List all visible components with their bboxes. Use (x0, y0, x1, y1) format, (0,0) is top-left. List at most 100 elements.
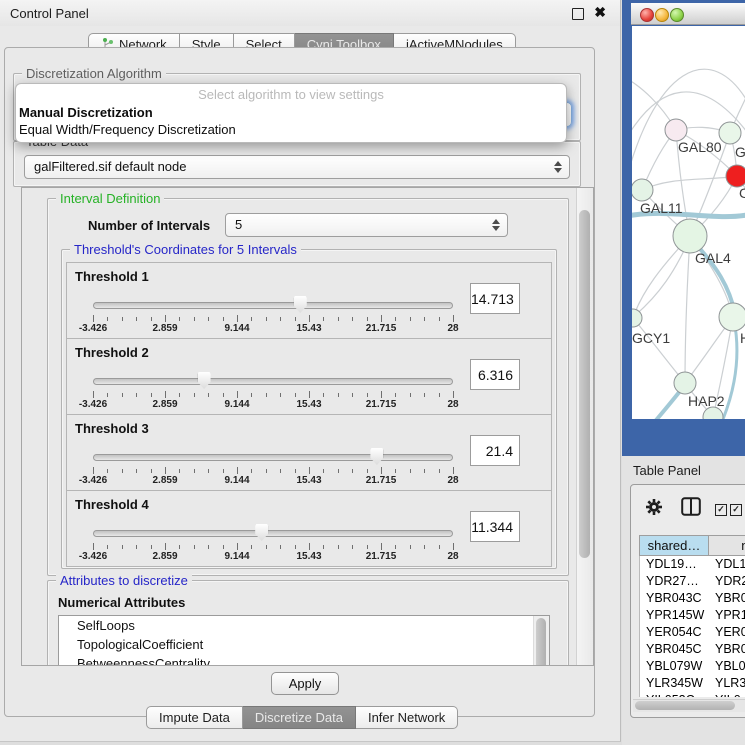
table-row[interactable]: YPR145WYPR1 (640, 607, 745, 624)
table-panel-title: Table Panel (633, 463, 701, 478)
slider-tick-labels: -3.4262.8599.14415.4321.71528 (93, 551, 453, 563)
threshold-slider[interactable]: -3.4262.8599.14415.4321.71528 (93, 371, 453, 411)
threshold-value-field[interactable]: 6.316 (470, 359, 520, 390)
tab-discretize-data[interactable]: Discretize Data (243, 706, 356, 729)
apply-button[interactable]: Apply (271, 672, 339, 695)
attributes-group: Attributes to discretize Numerical Attri… (47, 580, 569, 666)
network-node[interactable] (726, 165, 745, 187)
main-vertical-scrollbar[interactable] (576, 188, 593, 665)
table-row[interactable]: YBR045CYBR0 (640, 641, 745, 658)
attributes-group-title: Attributes to discretize (56, 573, 192, 588)
gear-icon[interactable] (645, 498, 663, 516)
scrollbar-thumb[interactable] (635, 701, 735, 710)
threshold-slider[interactable]: -3.4262.8599.14415.4321.71528 (93, 295, 453, 335)
table-row[interactable]: YDR27…YDR2 (640, 573, 745, 590)
network-node-label: H (740, 330, 745, 346)
network-node[interactable] (665, 119, 687, 141)
network-node[interactable] (673, 219, 707, 253)
network-edge[interactable] (632, 386, 684, 419)
network-node[interactable] (719, 303, 745, 331)
network-edge[interactable] (633, 318, 685, 383)
slider-track[interactable] (93, 378, 453, 385)
float-icon[interactable] (572, 8, 584, 20)
slider-thumb[interactable] (294, 296, 307, 313)
network-node-label: G (735, 144, 745, 160)
dropdown-item-equal-width-frequency[interactable]: Equal Width/Frequency Discretization (16, 121, 566, 138)
network-edge[interactable] (632, 417, 713, 419)
table-data-combobox[interactable]: galFiltered.sif default node (24, 155, 570, 179)
algorithm-dropdown-popup: Select algorithm to view settings Manual… (15, 83, 567, 143)
threshold-value-field[interactable]: 11.344 (470, 511, 520, 542)
table-cell: YBL079W (640, 658, 710, 675)
network-edge[interactable] (685, 236, 690, 383)
network-node[interactable] (632, 179, 653, 201)
table-horizontal-scrollbar[interactable] (633, 699, 745, 712)
slider-thumb[interactable] (198, 372, 211, 389)
table-row[interactable]: YDL19…YDL1 (640, 556, 745, 573)
network-node[interactable] (632, 309, 642, 327)
attributes-list-scrollbar[interactable] (533, 616, 549, 666)
tab-impute-data[interactable]: Impute Data (146, 706, 243, 729)
dropdown-item-manual-discretization[interactable]: Manual Discretization (16, 104, 566, 121)
threshold-slider[interactable]: -3.4262.8599.14415.4321.71528 (93, 447, 453, 487)
close-traffic-light[interactable] (640, 8, 654, 22)
threshold-label: Threshold 2 (75, 345, 149, 360)
tab-infer-network[interactable]: Infer Network (356, 706, 458, 729)
threshold-panel: Threshold 3-3.4262.8599.14415.4321.71528… (66, 414, 552, 491)
interval-definition-group: Interval Definition Number of Intervals … (47, 198, 569, 576)
network-canvas[interactable]: GAL80GCGAL11GAL4GCY1HHAP2 (632, 26, 745, 419)
table-row[interactable]: YER054CYER0 (640, 624, 745, 641)
network-node-label: GCY1 (632, 330, 670, 346)
control-panel-titlebar: Control Panel ✖ (0, 0, 620, 26)
table-data-group: Table Data galFiltered.sif default node (13, 141, 581, 187)
network-node[interactable] (674, 372, 696, 394)
column-header-shared-name[interactable]: shared… (639, 535, 709, 556)
table-panel: Table Panel ✓ ✓ (622, 456, 745, 745)
attribute-list-item[interactable]: BetweennessCentrality (59, 654, 549, 666)
control-panel-window: Control Panel ✖ Network Style Select Cyn… (0, 0, 621, 742)
slider-track[interactable] (93, 302, 453, 309)
attribute-list-item[interactable]: TopologicalCoefficient (59, 635, 549, 654)
zoom-traffic-light[interactable] (670, 8, 684, 22)
slider-track[interactable] (93, 530, 453, 537)
close-icon[interactable]: ✖ (594, 4, 606, 21)
table-row[interactable]: YBR043CYBR0 (640, 590, 745, 607)
column-header-name[interactable]: na (709, 535, 745, 556)
table-cell: YPR145W (640, 607, 710, 624)
slider-track[interactable] (93, 454, 453, 461)
number-of-intervals-combobox[interactable]: 5 (225, 213, 508, 237)
discretization-algorithm-title: Discretization Algorithm (22, 66, 166, 81)
dropdown-prompt-item[interactable]: Select algorithm to view settings (16, 84, 566, 104)
table-cell: YBR045C (640, 641, 710, 658)
table-cell: YBR043C (640, 590, 710, 607)
slider-thumb[interactable] (255, 524, 268, 541)
table-data-value: galFiltered.sif default node (34, 156, 569, 178)
threshold-panel: Threshold 2 -3.4262.8599.14415.4321.71528… (66, 338, 552, 415)
scrollbar-thumb[interactable] (536, 618, 546, 666)
checkbox-icon[interactable]: ✓ (730, 504, 742, 516)
minimize-traffic-light[interactable] (655, 8, 669, 22)
table-row[interactable]: YLR345WYLR3 (640, 675, 745, 692)
scrollbar-thumb[interactable] (579, 210, 590, 558)
threshold-label: Threshold 1 (75, 269, 149, 284)
interval-definition-title: Interval Definition (56, 191, 164, 206)
threshold-panel: Threshold 1 -3.4262.8599.14415.4321.71528… (66, 262, 552, 339)
threshold-slider[interactable]: -3.4262.8599.14415.4321.71528 (93, 523, 453, 563)
split-columns-icon[interactable] (681, 497, 701, 516)
slider-thumb[interactable] (370, 448, 383, 465)
attribute-list-item[interactable]: SelfLoops (59, 616, 549, 635)
table-row[interactable]: YBL079WYBL0 (640, 658, 745, 675)
panel-title: Control Panel (10, 6, 89, 21)
threshold-value-field[interactable]: 14.713 (470, 283, 520, 314)
slider-tick-labels: -3.4262.8599.14415.4321.71528 (93, 323, 453, 335)
numerical-attributes-list: SelfLoopsTopologicalCoefficientBetweenne… (58, 615, 550, 666)
table-row[interactable]: YIL052CYIL0 (640, 692, 745, 697)
network-edge[interactable] (642, 176, 737, 190)
checkbox-icon[interactable]: ✓ (715, 504, 727, 516)
cyni-content-panel: Discretization Algorithm Select algorith… (4, 47, 595, 717)
threshold-value-field[interactable]: 21.4 (470, 435, 520, 466)
network-window-titlebar (631, 3, 745, 25)
slider-ticks (93, 391, 453, 399)
table-rows: YDL19…YDL1YDR27…YDR2YBR043CYBR0YPR145WYP… (639, 556, 745, 697)
network-node[interactable] (719, 122, 741, 144)
